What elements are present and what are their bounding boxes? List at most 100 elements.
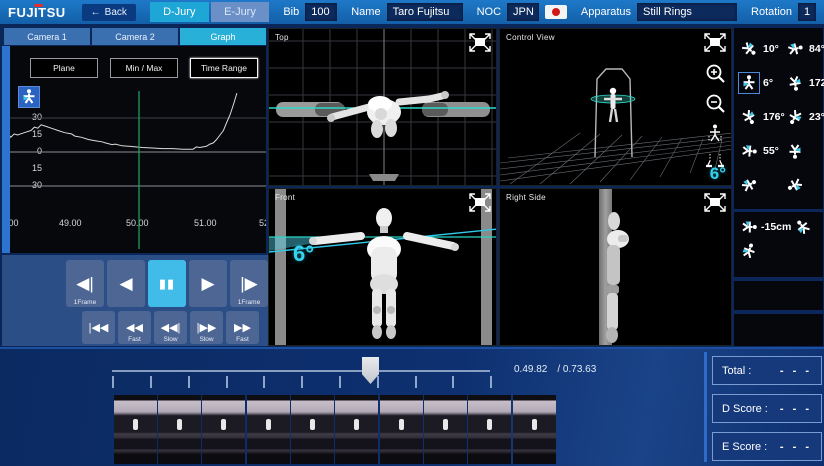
tab-camera-1[interactable]: Camera 1: [4, 28, 90, 45]
forward-fast-icon: ▶▶: [234, 321, 251, 334]
measure-item[interactable]: [780, 134, 823, 168]
d-score-box: D Score : - - -: [712, 394, 822, 423]
back-button[interactable]: ← Back: [82, 4, 136, 21]
play-button[interactable]: ▶: [189, 260, 227, 307]
measure-item[interactable]: [734, 168, 780, 202]
measure-item[interactable]: 10°: [734, 32, 780, 66]
measure-item[interactable]: 23°: [780, 100, 823, 134]
step-back-icon: ◀|: [76, 274, 94, 294]
forward-slow-icon: |▶▶: [197, 321, 217, 334]
skip-to-start-icon: |◀◀: [89, 321, 109, 334]
control-view-title: Control View: [506, 33, 555, 42]
tab-camera-2[interactable]: Camera 2: [92, 28, 178, 45]
top-bar: FUJITSU ← Back D-Jury E-Jury Bib 100 Nam…: [0, 0, 824, 24]
forward-slow-button[interactable]: |▶▶ Slow: [190, 311, 223, 344]
front-view-panel: Front 6°: [268, 188, 497, 346]
play-icon: ▶: [201, 274, 214, 294]
top-view-title: Top: [275, 33, 289, 42]
pose-icon: [791, 214, 816, 239]
name-label: Name: [351, 6, 380, 18]
expand-icon[interactable]: [704, 193, 726, 213]
measure-item-selected[interactable]: 6°: [734, 66, 780, 100]
reset-figure-icon: [705, 123, 725, 143]
reset-figure-button[interactable]: [703, 121, 727, 145]
plane-button[interactable]: Plane: [30, 58, 98, 78]
tab-e-jury[interactable]: E-Jury: [211, 2, 270, 22]
angle-chart: [10, 91, 266, 251]
min-max-button[interactable]: Min / Max: [110, 58, 178, 78]
bib-label: Bib: [283, 6, 299, 18]
step-forward-icon: |▶: [240, 274, 258, 294]
bib-value: 100: [305, 3, 337, 21]
rewind-fast-button[interactable]: ◀◀ Fast: [118, 311, 151, 344]
pose-icon: [737, 105, 762, 130]
pose-icon: [736, 36, 761, 61]
zoom-in-icon: [705, 63, 726, 84]
film-thumbnail[interactable]: [291, 395, 334, 464]
film-thumbnail[interactable]: [424, 395, 467, 464]
back-arrow-icon: ←: [91, 7, 101, 18]
measure-item[interactable]: 55°: [734, 134, 780, 168]
expand-icon[interactable]: [469, 193, 491, 213]
step-forward-frame-button[interactable]: |▶ 1Frame: [230, 260, 268, 307]
rotation-value: 1: [798, 3, 816, 21]
control-view-scene: [500, 29, 732, 186]
left-edge-strip: [2, 46, 10, 253]
rewind-slow-icon: ◀◀|: [161, 321, 181, 334]
back-label: Back: [105, 7, 127, 18]
film-thumbnail[interactable]: [335, 395, 378, 464]
skip-to-start-button[interactable]: |◀◀: [82, 311, 115, 344]
film-thumbnail[interactable]: [468, 395, 511, 464]
pose-icon: [739, 141, 759, 161]
angle-measure-panel: 10° 84° 6° 172° 176° 23° 55°: [734, 28, 823, 209]
zoom-out-icon: [705, 93, 726, 114]
pose-icon: [783, 105, 808, 130]
film-thumbnail[interactable]: [114, 395, 157, 464]
empty-panel-1: [734, 281, 823, 310]
tab-graph[interactable]: Graph: [180, 28, 266, 45]
right-side-view-title: Right Side: [506, 193, 546, 202]
measure-item[interactable]: 172°: [780, 66, 823, 100]
bottom-bar: 0.49.82 / 0.73.63 Total : - - - D Score …: [0, 347, 824, 466]
film-thumbnail[interactable]: [380, 395, 423, 464]
total-score-box: Total : - - -: [712, 356, 822, 385]
e-score-box: E Score : - - -: [712, 432, 822, 461]
apparatus-label: Apparatus: [581, 6, 631, 18]
empty-panel-2: [734, 314, 823, 346]
offset-measure-panel: -15cm: [734, 212, 823, 277]
apparatus-value: Still Rings: [637, 3, 737, 21]
right-side-view-panel: Right Side: [499, 188, 732, 346]
measure-item[interactable]: [780, 168, 823, 202]
forward-fast-button[interactable]: ▶▶ Fast: [226, 311, 259, 344]
top-view-panel: Top: [268, 28, 497, 186]
pose-icon: [740, 218, 758, 236]
play-reverse-button[interactable]: ◀: [107, 260, 145, 307]
noc-value: JPN: [507, 3, 539, 21]
front-view-scene: [269, 189, 497, 346]
pause-icon: ▮▮: [159, 276, 175, 292]
film-thumbnail[interactable]: [513, 395, 556, 464]
film-thumbnail[interactable]: [158, 395, 201, 464]
pose-icon: [784, 38, 806, 60]
rewind-slow-button[interactable]: ◀◀| Slow: [154, 311, 187, 344]
step-back-frame-button[interactable]: ◀| 1Frame: [66, 260, 104, 307]
tab-d-jury[interactable]: D-Jury: [150, 2, 209, 22]
zoom-out-button[interactable]: [703, 91, 727, 115]
fujitsu-logo: FUJITSU: [8, 5, 66, 20]
film-thumbnail[interactable]: [247, 395, 290, 464]
film-thumbnail[interactable]: [202, 395, 245, 464]
zoom-in-button[interactable]: [703, 61, 727, 85]
measure-item[interactable]: 176°: [734, 100, 780, 134]
pause-button[interactable]: ▮▮: [148, 260, 186, 307]
control-angle-value: 6°: [710, 164, 726, 184]
current-time: 0.49.82: [514, 364, 547, 375]
expand-icon[interactable]: [704, 33, 726, 53]
playback-panel: ◀| 1Frame ◀ ▮▮ ▶ |▶ 1Frame |◀◀ ◀◀ Fast ◀…: [2, 255, 268, 346]
japan-flag-icon: [545, 5, 567, 19]
time-range-button[interactable]: Time Range: [190, 58, 258, 78]
pose-icon: [785, 73, 806, 94]
measure-item[interactable]: 84°: [780, 32, 823, 66]
expand-icon[interactable]: [469, 33, 491, 53]
timeline-track[interactable]: [112, 370, 490, 372]
rewind-fast-icon: ◀◀: [126, 321, 143, 334]
